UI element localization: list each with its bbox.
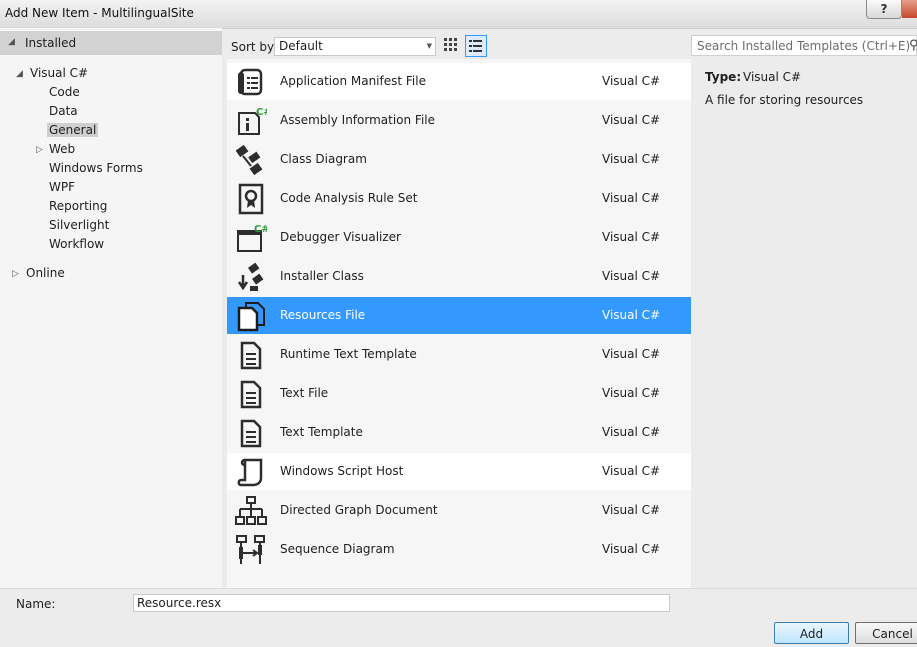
list-item[interactable]: Code Analysis Rule Set Visual C# xyxy=(227,180,691,217)
search-box[interactable]: Search Installed Templates (Ctrl+E) ⚲ xyxy=(691,35,917,56)
window-title: Add New Item - MultilingualSite xyxy=(5,6,194,20)
sort-dropdown[interactable]: Default ▼ xyxy=(274,37,436,56)
script-host-icon xyxy=(237,458,263,487)
list-item[interactable]: Text File Visual C# xyxy=(227,375,691,412)
item-name: Debugger Visualizer xyxy=(280,230,401,244)
tree-item-visual-csharp[interactable]: Visual C# xyxy=(30,66,88,80)
tree-item-online[interactable]: Online xyxy=(26,266,65,280)
installed-label: Installed xyxy=(25,36,77,50)
list-item[interactable]: Application Manifest File Visual C# xyxy=(227,63,691,100)
search-icon[interactable]: ⚲ xyxy=(909,38,917,53)
help-button[interactable]: ? xyxy=(866,0,902,19)
sequence-diagram-icon xyxy=(236,535,265,564)
item-language: Visual C# xyxy=(602,152,661,166)
expand-arrow-icon[interactable]: ◢ xyxy=(16,69,23,79)
installed-header[interactable]: ◢ Installed xyxy=(0,31,222,55)
rule-set-icon xyxy=(238,183,264,215)
sort-value: Default xyxy=(279,39,323,53)
resources-file-icon xyxy=(237,302,265,332)
item-name: Sequence Diagram xyxy=(280,542,395,556)
type-value: Visual C# xyxy=(743,70,802,84)
item-description: A file for storing resources xyxy=(705,93,864,107)
tree-item-wpf[interactable]: WPF xyxy=(49,180,75,194)
list-item[interactable]: Runtime Text Template Visual C# xyxy=(227,336,691,373)
item-language: Visual C# xyxy=(602,269,661,283)
list-item[interactable]: Class Diagram Visual C# xyxy=(227,141,691,178)
tree-item-windows-forms[interactable]: Windows Forms xyxy=(49,161,143,175)
list-item[interactable]: C# Debugger Visualizer Visual C# xyxy=(227,219,691,256)
item-language: Visual C# xyxy=(602,191,661,205)
item-name: Installer Class xyxy=(280,269,364,283)
list-item[interactable]: Sequence Diagram Visual C# xyxy=(227,531,691,568)
item-language: Visual C# xyxy=(602,425,661,439)
svg-text:C#: C# xyxy=(256,107,267,118)
tree-item-silverlight[interactable]: Silverlight xyxy=(49,218,109,232)
item-name: Windows Script Host xyxy=(280,464,404,478)
list-item-selected[interactable]: Resources File Visual C# xyxy=(227,297,691,334)
directed-graph-icon xyxy=(235,496,267,525)
item-language: Visual C# xyxy=(602,464,661,478)
list-item[interactable]: Installer Class Visual C# xyxy=(227,258,691,295)
search-placeholder: Search Installed Templates (Ctrl+E) xyxy=(697,39,911,53)
name-label: Name: xyxy=(16,597,56,611)
chevron-down-icon: ▼ xyxy=(426,42,432,50)
cancel-button[interactable]: Cancel xyxy=(855,622,917,644)
item-name: Text File xyxy=(280,386,329,400)
item-name: Assembly Information File xyxy=(280,113,436,127)
item-language: Visual C# xyxy=(602,386,661,400)
text-template-icon xyxy=(240,341,262,370)
tree-item-data[interactable]: Data xyxy=(49,104,78,118)
name-input[interactable] xyxy=(133,594,670,612)
list-item[interactable]: Windows Script Host Visual C# xyxy=(227,453,691,490)
tree-item-general[interactable]: General xyxy=(47,123,99,137)
item-name: Runtime Text Template xyxy=(280,347,417,361)
item-name: Directed Graph Document xyxy=(280,503,438,517)
assembly-info-icon: C# xyxy=(238,107,267,135)
tree-item-code[interactable]: Code xyxy=(49,85,80,99)
svg-text:C#: C# xyxy=(254,224,267,235)
item-language: Visual C# xyxy=(602,542,661,556)
list-item[interactable]: Text Template Visual C# xyxy=(227,414,691,451)
item-language: Visual C# xyxy=(602,308,661,322)
list-item[interactable]: C# Assembly Information File Visual C# xyxy=(227,102,691,139)
class-diagram-icon xyxy=(235,144,263,176)
text-template-icon xyxy=(240,419,262,448)
tree-item-workflow[interactable]: Workflow xyxy=(49,237,104,251)
item-name: Application Manifest File xyxy=(280,74,426,88)
item-language: Visual C# xyxy=(602,74,661,88)
manifest-icon xyxy=(238,68,263,96)
item-language: Visual C# xyxy=(602,503,661,517)
small-icons-view-icon[interactable] xyxy=(442,36,460,54)
list-item[interactable]: Directed Graph Document Visual C# xyxy=(227,492,691,529)
item-language: Visual C# xyxy=(602,347,661,361)
expand-arrow-icon[interactable]: ▷ xyxy=(36,145,43,155)
expand-arrow-icon[interactable]: ▷ xyxy=(12,269,19,279)
item-language: Visual C# xyxy=(602,230,661,244)
item-name: Code Analysis Rule Set xyxy=(280,191,418,205)
text-file-icon xyxy=(240,380,262,409)
close-button[interactable] xyxy=(902,0,917,18)
item-name: Class Diagram xyxy=(280,152,367,166)
debugger-visualizer-icon: C# xyxy=(237,224,267,252)
tree-item-reporting[interactable]: Reporting xyxy=(49,199,107,213)
template-tree xyxy=(0,28,222,588)
add-button[interactable]: Add xyxy=(774,622,849,644)
collapse-arrow-icon[interactable]: ◢ xyxy=(8,37,15,47)
installer-icon xyxy=(237,262,264,291)
list-view-icon[interactable] xyxy=(465,35,487,57)
item-name: Text Template xyxy=(280,425,363,439)
sort-label: Sort by: xyxy=(231,40,278,54)
type-label: Type: xyxy=(705,70,742,84)
tree-item-web[interactable]: Web xyxy=(49,142,75,156)
item-language: Visual C# xyxy=(602,113,661,127)
item-name: Resources File xyxy=(280,308,366,322)
